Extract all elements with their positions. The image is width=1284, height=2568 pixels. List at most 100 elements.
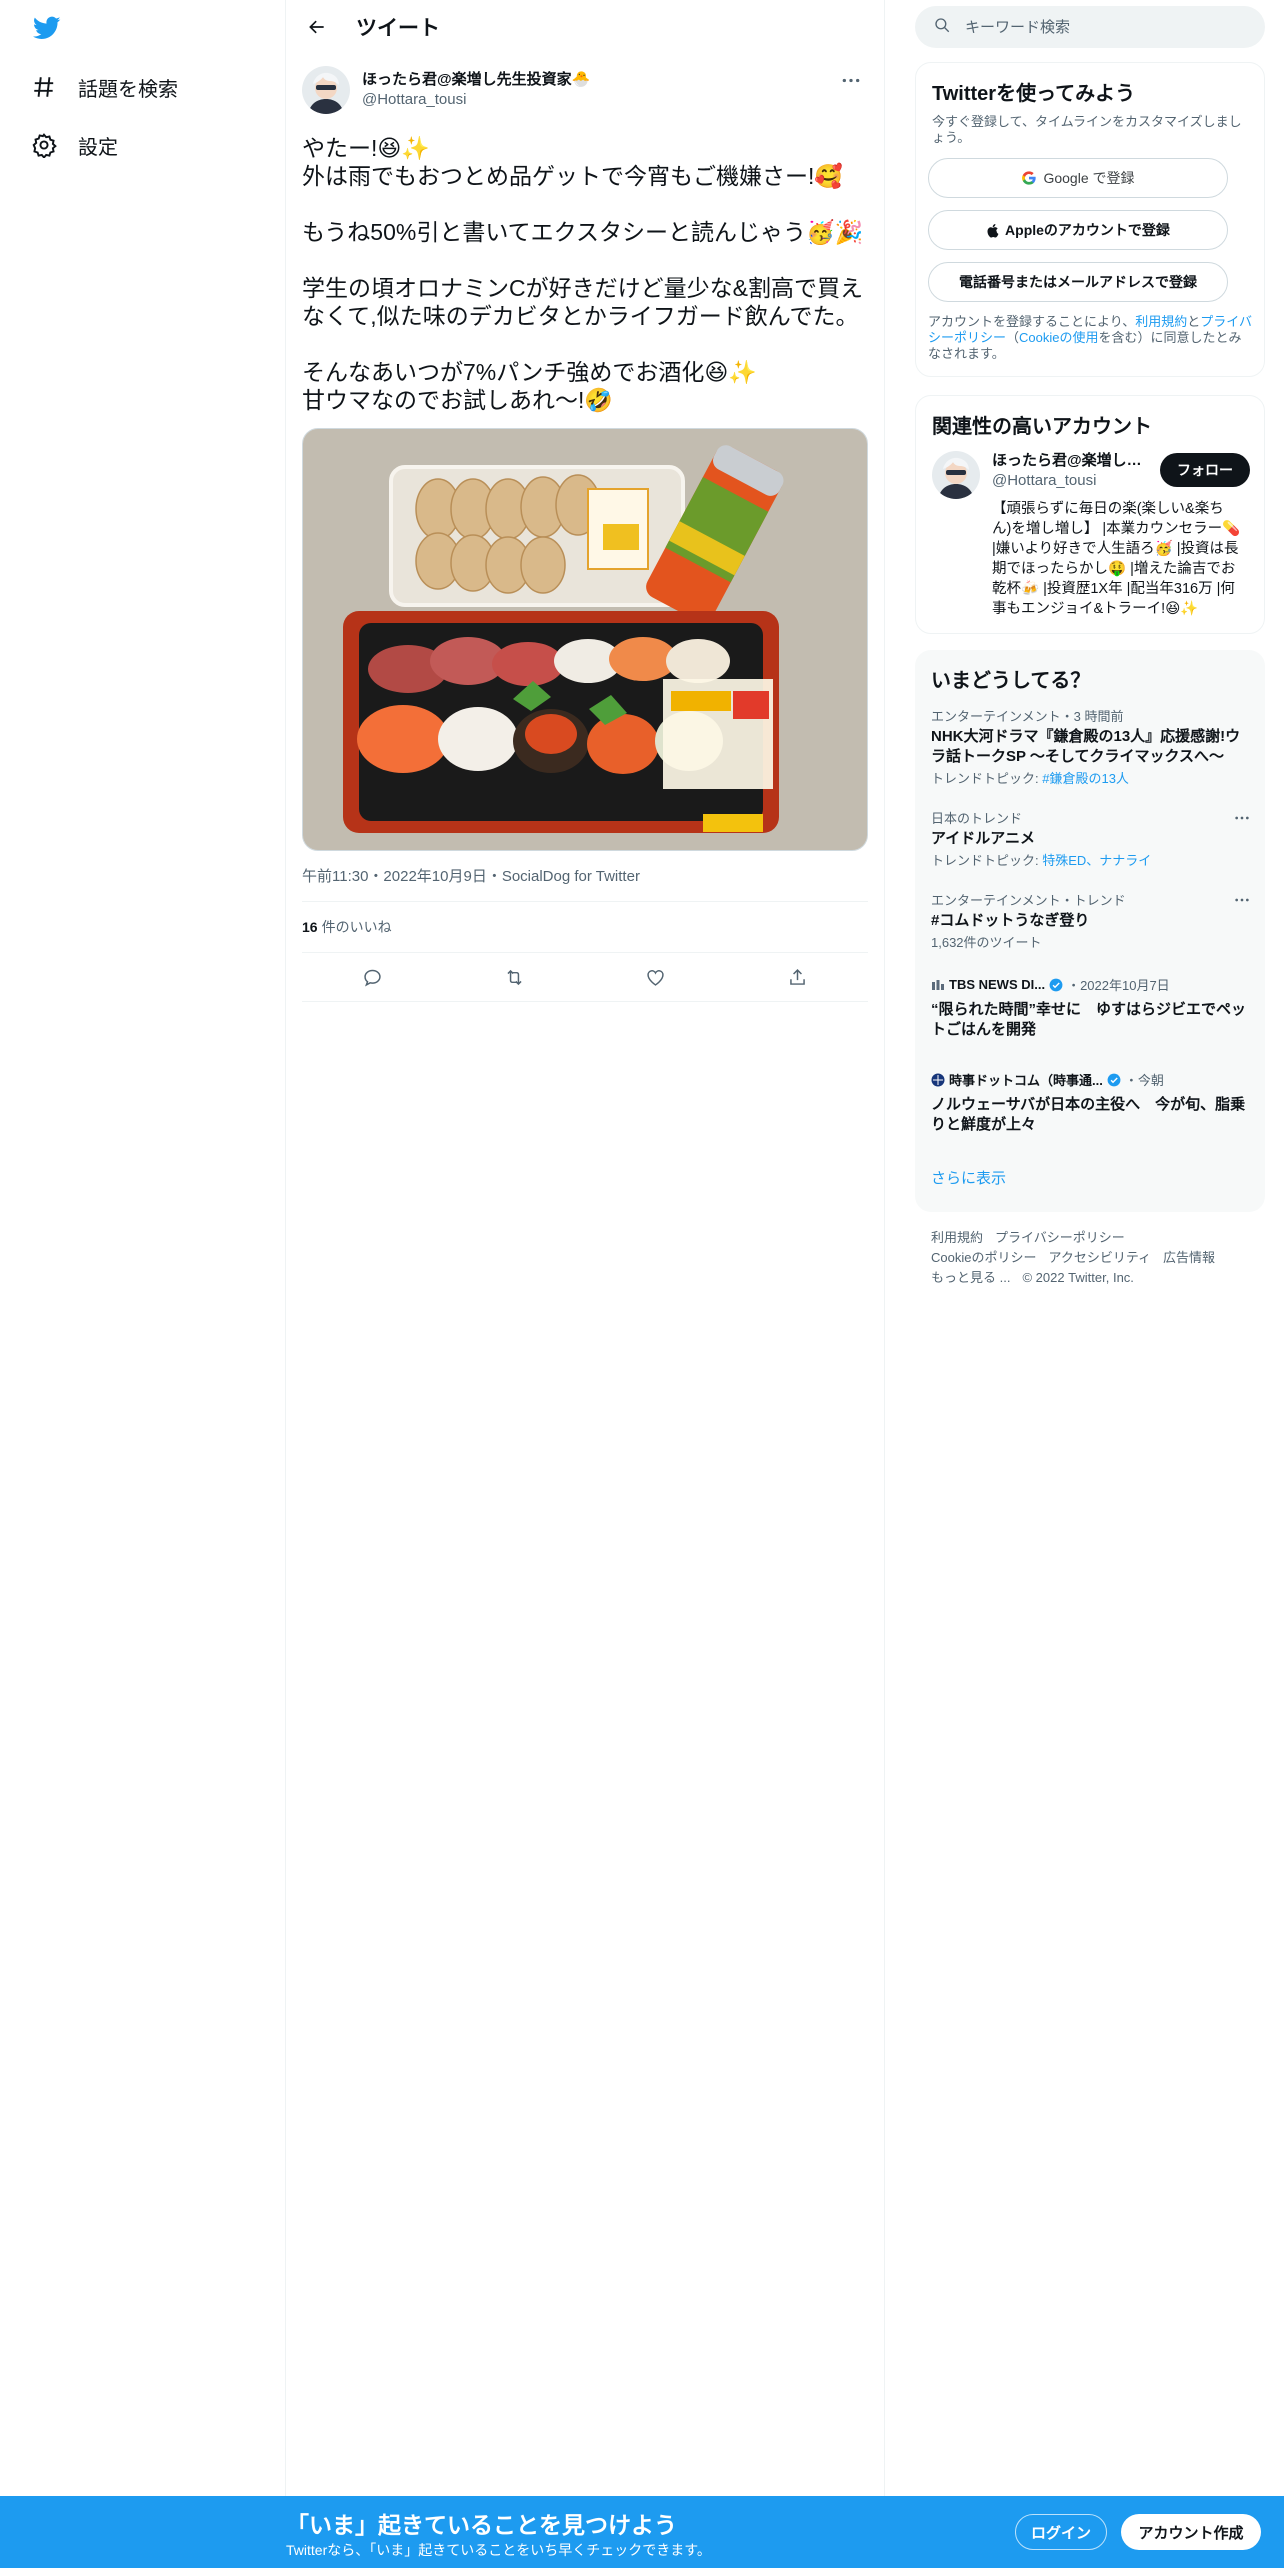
search-icon [933,16,951,39]
search-input[interactable] [965,18,1225,36]
nav-label-settings: 設定 [78,136,118,159]
google-signup-label: Google で登録 [1043,170,1135,186]
footer-links: 利用規約 プライバシーポリシー Cookieのポリシー アクセシビリティ 広告情報 も… [915,1212,1265,1304]
trend-title: アイドルアニメ [931,830,1035,847]
main-column: ツイート ほったら君@楽増し先生投資家🐣 @Hottara_tousi やたー!… [286,0,884,1002]
trend-sub-label: トレンドトピック: [931,771,1043,786]
footer-link[interactable]: プライバシーポリシー [995,1230,1125,1245]
footer-link[interactable]: 広告情報 [1163,1250,1215,1265]
news-source: 時事ドットコム（時事通... [949,1073,1103,1088]
tweet-line: そんなあいつが7%パンチ強めでお酒化😆✨ [302,359,758,385]
share-icon[interactable] [778,958,816,996]
avatar[interactable] [302,66,350,114]
news-time: ・2022年10月7日 [1067,978,1170,993]
show-more-link[interactable]: さらに表示 [915,1147,1265,1212]
twitter-bird-icon[interactable] [31,14,65,44]
follow-button[interactable]: フォロー [1160,453,1250,487]
footer-link[interactable]: アクセシビリティ [1048,1250,1151,1265]
tweet-actions [302,953,868,1001]
nav-label-explore: 話題を検索 [78,78,178,101]
news-source: TBS NEWS DI... [949,977,1046,992]
nav-item-settings[interactable]: 設定 [24,120,118,170]
trend-item[interactable]: エンターテインメント・トレンド #コムドットうなぎ登り 1,632件のツイート [915,881,1265,963]
news-source-logo-icon [931,1073,945,1087]
tweet-author: ほったら君@楽増し先生投資家🐣 @Hottara_tousi [302,64,868,116]
page-title: ツイート [356,17,440,40]
google-signup-button[interactable]: Google で登録 [928,158,1228,198]
news-item[interactable]: TBS NEWS DI... ・2022年10月7日 “限られた時間”幸せに ゆ… [915,963,1265,1052]
trend-sub-link[interactable]: #鎌倉殿の13人 [1042,771,1129,786]
right-sidebar: Twitterを使ってみよう 今すぐ登録して、タイムラインをカスタマイズしましょ… [915,0,1265,1304]
tweet-timestamp[interactable]: 午前11:30・2022年10月9日・SocialDog for Twitter [302,865,868,887]
tweet-photo[interactable] [302,428,868,851]
news-title: ノルウェーサバが日本の主役へ 今が旬、脂乗りと鮮度が上々 [931,1096,1246,1133]
trend-sub: トレンドトピック: #鎌倉殿の13人 [931,771,1249,787]
legal-text: （ [1006,330,1020,345]
left-sidebar: 話題を検索 設定 [0,0,285,2496]
news-source-logo-icon [931,978,945,992]
signup-legal-text: アカウントを登録することにより、利用規約とプライバシーポリシー（Cookieの使… [916,302,1264,376]
legal-text: アカウントを登録することにより、 [928,314,1136,329]
signup-card: Twitterを使ってみよう 今すぐ登録して、タイムラインをカスタマイズしましょ… [915,62,1265,377]
tweet-text: やたー!😆✨ 外は雨でもおつとめ品ゲットで今宵もご機嫌さー!🥰 もうね50%引と… [302,134,868,414]
gear-icon [24,125,64,165]
trend-context: 日本のトレンド [931,811,1023,826]
related-bio: 【頑張らずに毎日の楽(楽しい&楽ちん)を増し増し】 |本業カウンセラー💊 |嫌い… [992,501,1241,617]
phone-email-signup-button[interactable]: 電話番号またはメールアドレスで登録 [928,262,1228,302]
signup-subtitle: 今すぐ登録して、タイムラインをカスタマイズしましょう。 [932,114,1242,145]
create-account-button[interactable]: アカウント作成 [1121,2514,1261,2550]
trend-sub: トレンドトピック: 特殊ED、ナナライ [931,853,1249,869]
trends-card: いまどうしてる？ エンターテインメント・3 時間前 NHK大河ドラマ『鎌倉殿の1… [915,650,1265,1212]
author-name[interactable]: ほったら君@楽増し先生投資家🐣 [362,70,590,90]
column-divider-right [884,0,885,2496]
bottom-signup-bar: 「いま」起きていることを見つけよう Twitterなら、「いま」起きていることを… [0,2496,1284,2568]
avatar[interactable] [932,451,980,499]
google-icon [1021,170,1037,186]
footer-link[interactable]: もっと見る ... [931,1270,1010,1285]
related-name[interactable]: ほったら君@楽増し先生投資家 [992,451,1142,471]
trend-item[interactable]: エンターテインメント・3 時間前 NHK大河ドラマ『鎌倉殿の13人』応援感謝!ウ… [915,697,1265,799]
tweet-line: 甘ウマなのでお試しあれ〜!🤣 [302,387,614,413]
search-box[interactable] [915,6,1265,48]
news-source-row: TBS NEWS DI... ・2022年10月7日 [931,975,1249,994]
related-accounts-card: 関連性の高いアカウント ほったら君@楽増し先生投資家 @Hottara_tous… [915,395,1265,634]
apple-signup-button[interactable]: Appleのアカウントで登録 [928,210,1228,250]
login-button[interactable]: ログイン [1015,2514,1107,2550]
likes-number: 16 [302,919,318,935]
trend-item[interactable]: 日本のトレンド アイドルアニメ トレンドトピック: 特殊ED、ナナライ [915,799,1265,881]
phone-email-signup-label: 電話番号またはメールアドレスで登録 [959,274,1197,290]
bottom-bar-title: 「いま」起きていることを見つけよう [286,2512,677,2538]
trend-sub: 1,632件のツイート [931,935,1042,950]
apple-signup-label: Appleのアカウントで登録 [1005,222,1170,238]
nav-item-explore[interactable]: 話題を検索 [24,62,178,112]
more-options-icon[interactable] [840,72,862,88]
trend-title: NHK大河ドラマ『鎌倉殿の13人』応援感謝!ウラ話トークSP ～そしてクライマッ… [931,728,1241,765]
like-icon[interactable] [637,958,675,996]
more-options-icon[interactable] [1233,811,1251,825]
likes-count[interactable]: 16 件のいいね [302,902,868,952]
trend-title: #コムドットうなぎ登り [931,912,1090,929]
reply-icon[interactable] [354,958,392,996]
news-item[interactable]: 時事ドットコム（時事通... ・今朝 ノルウェーサバが日本の主役へ 今が旬、脂乗… [915,1058,1265,1147]
footer-link[interactable]: Cookieのポリシー [931,1250,1036,1265]
tweet-line: 学生の頃オロナミンCが好きだけど量少な&割高で買えなくて,似た味のデカビタとかラ… [302,275,863,329]
author-handle[interactable]: @Hottara_tousi [362,90,590,110]
news-title: “限られた時間”幸せに ゆすはらジビエでペットごはんを開発 [931,1001,1247,1038]
more-options-icon[interactable] [1233,893,1251,907]
footer-link[interactable]: 利用規約 [931,1230,983,1245]
tweet-line: やたー!😆✨ [302,135,431,161]
hashtag-icon [24,67,64,107]
tweet-detail: ほったら君@楽増し先生投資家🐣 @Hottara_tousi やたー!😆✨ 外は… [286,54,884,1002]
back-arrow-icon[interactable] [300,10,334,44]
likes-label: 件のいいね [321,919,392,935]
retweet-icon[interactable] [495,958,533,996]
related-account[interactable]: ほったら君@楽増し先生投資家 @Hottara_tousi 【頑張らずに毎日の楽… [916,439,1264,633]
related-title: 関連性の高いアカウント [932,416,1152,438]
main-header: ツイート [286,0,884,54]
news-source-row: 時事ドットコム（時事通... ・今朝 [931,1070,1249,1089]
signup-title: Twitterを使ってみよう [932,83,1136,105]
terms-link[interactable]: 利用規約 [1135,314,1187,329]
cookie-link[interactable]: Cookieの使用 [1019,330,1098,345]
trend-sub-link[interactable]: 特殊ED、ナナライ [1042,853,1151,868]
verified-badge-icon [1107,1073,1121,1087]
